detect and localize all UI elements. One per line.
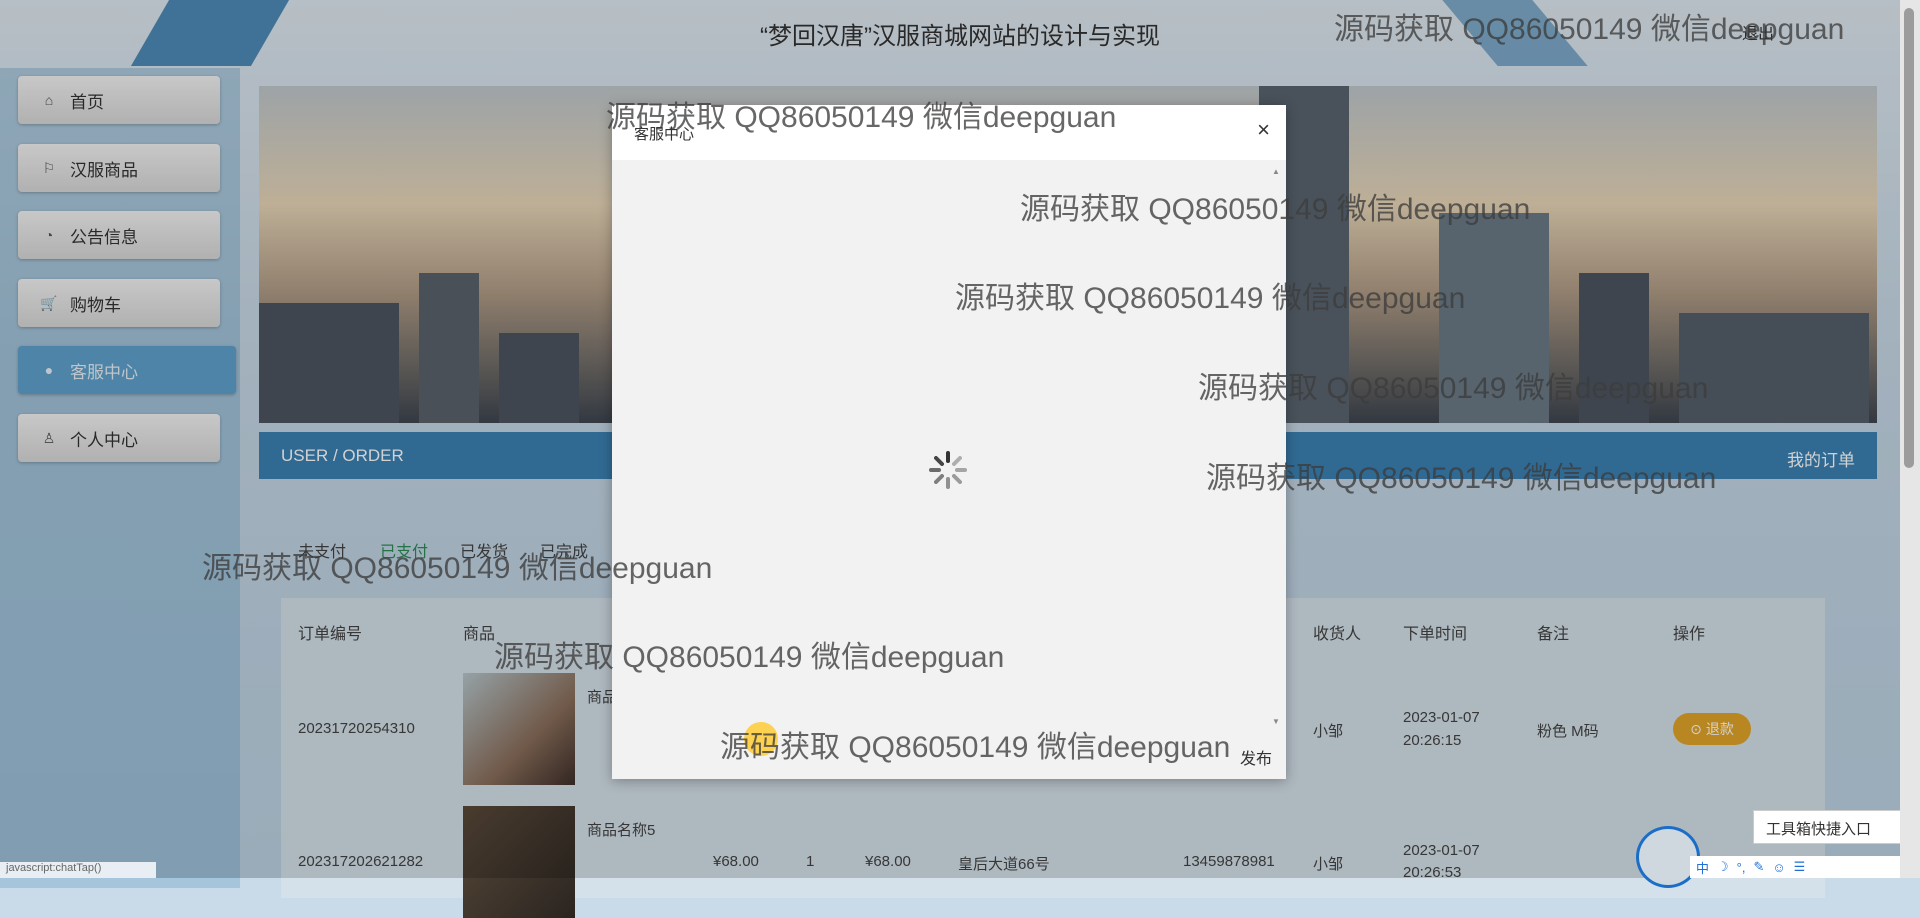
close-icon[interactable]: × bbox=[1257, 117, 1270, 143]
moon-icon[interactable]: ☽ bbox=[1717, 859, 1729, 875]
menu-icon[interactable]: ☰ bbox=[1794, 859, 1806, 875]
watermark-text: 源码获取 QQ86050149 微信deepguan bbox=[202, 552, 713, 585]
emoji-icon[interactable]: ☺ bbox=[1772, 860, 1785, 875]
scroll-up-icon[interactable]: ▲ bbox=[1272, 167, 1280, 176]
watermark-text: 源码获取 QQ86050149 微信deepguan bbox=[1020, 193, 1531, 226]
scroll-down-icon[interactable]: ▼ bbox=[1272, 717, 1280, 726]
watermark-text: 源码获取 QQ86050149 微信deepguan bbox=[494, 641, 1005, 674]
pen-icon[interactable]: ✎ bbox=[1753, 859, 1764, 875]
watermark-text: 源码获取 QQ86050149 微信deepguan bbox=[720, 731, 1231, 764]
toolbox-label: 工具箱快捷入口 bbox=[1766, 821, 1872, 838]
watermark-text: 源码获取 QQ86050149 微信deepguan bbox=[1206, 462, 1717, 495]
toolbox-shortcut[interactable]: 工具箱快捷入口 × bbox=[1753, 810, 1920, 844]
status-bar-url: javascript:chatTap() bbox=[0, 862, 156, 878]
ime-mode-icon[interactable]: 中 bbox=[1696, 858, 1709, 877]
punctuation-icon[interactable]: °, bbox=[1737, 860, 1746, 875]
watermark-text: 源码获取 QQ86050149 微信deepguan bbox=[955, 282, 1466, 315]
scrollbar-thumb[interactable] bbox=[1904, 8, 1914, 468]
watermark-text: 源码获取 QQ86050149 微信deepguan bbox=[606, 101, 1117, 134]
loading-spinner-icon bbox=[929, 451, 967, 489]
watermark-text: 源码获取 QQ86050149 微信deepguan bbox=[1198, 372, 1709, 405]
watermark-text: 源码获取 QQ86050149 微信deepguan bbox=[1334, 13, 1845, 46]
ime-toolbar: 中 ☽ °, ✎ ☺ ☰ bbox=[1690, 856, 1920, 878]
publish-button[interactable]: 发布 bbox=[1240, 745, 1272, 769]
